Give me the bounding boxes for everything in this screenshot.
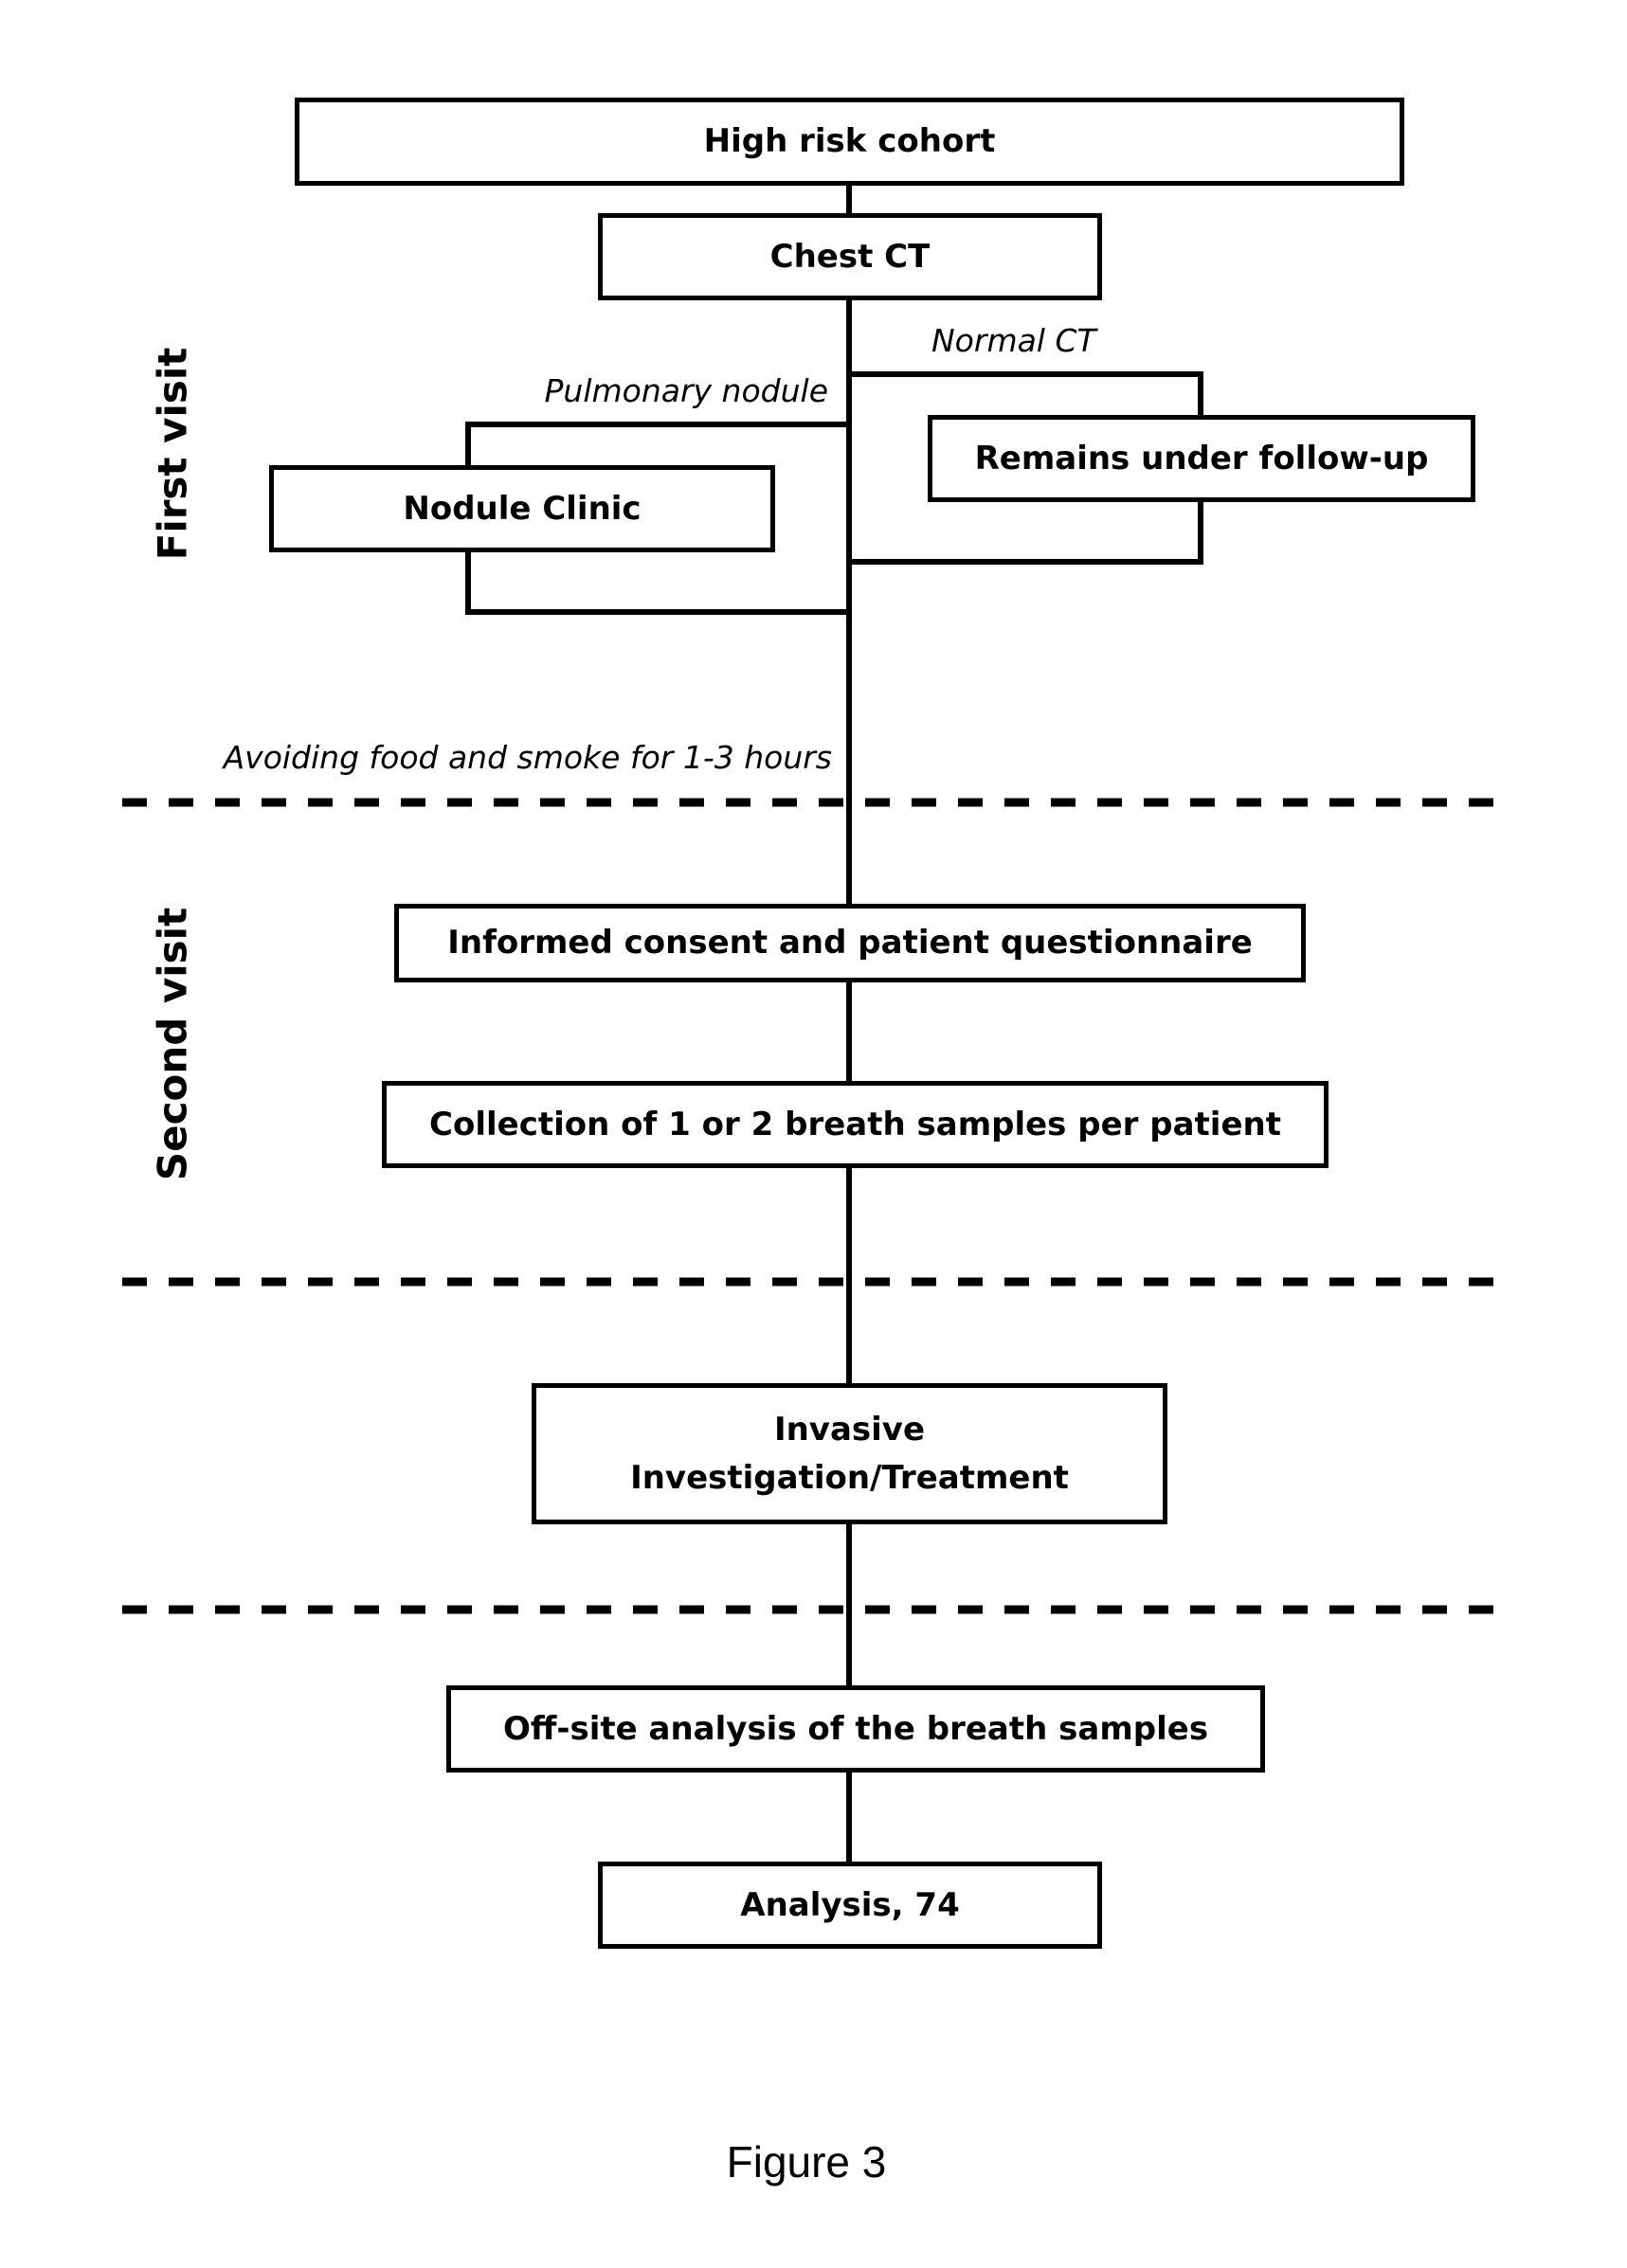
node-label: Remains under follow-up (974, 439, 1429, 477)
pulmonary-nodule-branch (465, 422, 849, 465)
node-label: Off-site analysis of the breath samples (502, 1709, 1209, 1748)
edge-label-avoiding: Avoiding food and smoke for 1-3 hours (223, 739, 832, 776)
follow-up-return (849, 501, 1203, 565)
node-label: Informed consent and patient questionnai… (447, 924, 1253, 962)
node-label-line1: Invasive (773, 1410, 926, 1449)
node-high-risk-cohort: High risk cohort (295, 98, 1404, 186)
normal-ct-branch (849, 371, 1203, 415)
node-label: Chest CT (769, 237, 931, 276)
node-label: High risk cohort (703, 122, 996, 160)
node-remains-follow-up: Remains under follow-up (928, 415, 1475, 502)
node-label: Nodule Clinic (403, 489, 642, 528)
node-label-line2: Investigation/Treatment (630, 1458, 1069, 1497)
node-offsite-analysis: Off-site analysis of the breath samples (446, 1685, 1265, 1773)
figure-caption: Figure 3 (726, 2137, 887, 2187)
node-label: Analysis, 74 (740, 1885, 960, 1924)
phase-label-first-visit: First visit (149, 347, 196, 561)
node-analysis: Analysis, 74 (598, 1862, 1102, 1949)
node-chest-ct: Chest CT (598, 213, 1102, 300)
node-informed-consent: Informed consent and patient questionnai… (394, 904, 1306, 982)
phase-label-second-visit: Second visit (149, 907, 196, 1181)
node-breath-collection: Collection of 1 or 2 breath samples per … (382, 1081, 1329, 1168)
edge-label-normal-ct: Normal CT (931, 322, 1096, 359)
edge-label-pulmonary-nodule: Pulmonary nodule (544, 372, 828, 409)
node-nodule-clinic: Nodule Clinic (269, 465, 775, 552)
node-label: Collection of 1 or 2 breath samples per … (429, 1105, 1281, 1143)
nodule-clinic-return (465, 551, 849, 615)
node-invasive-investigation: Invasive Investigation/Treatment (532, 1383, 1167, 1524)
